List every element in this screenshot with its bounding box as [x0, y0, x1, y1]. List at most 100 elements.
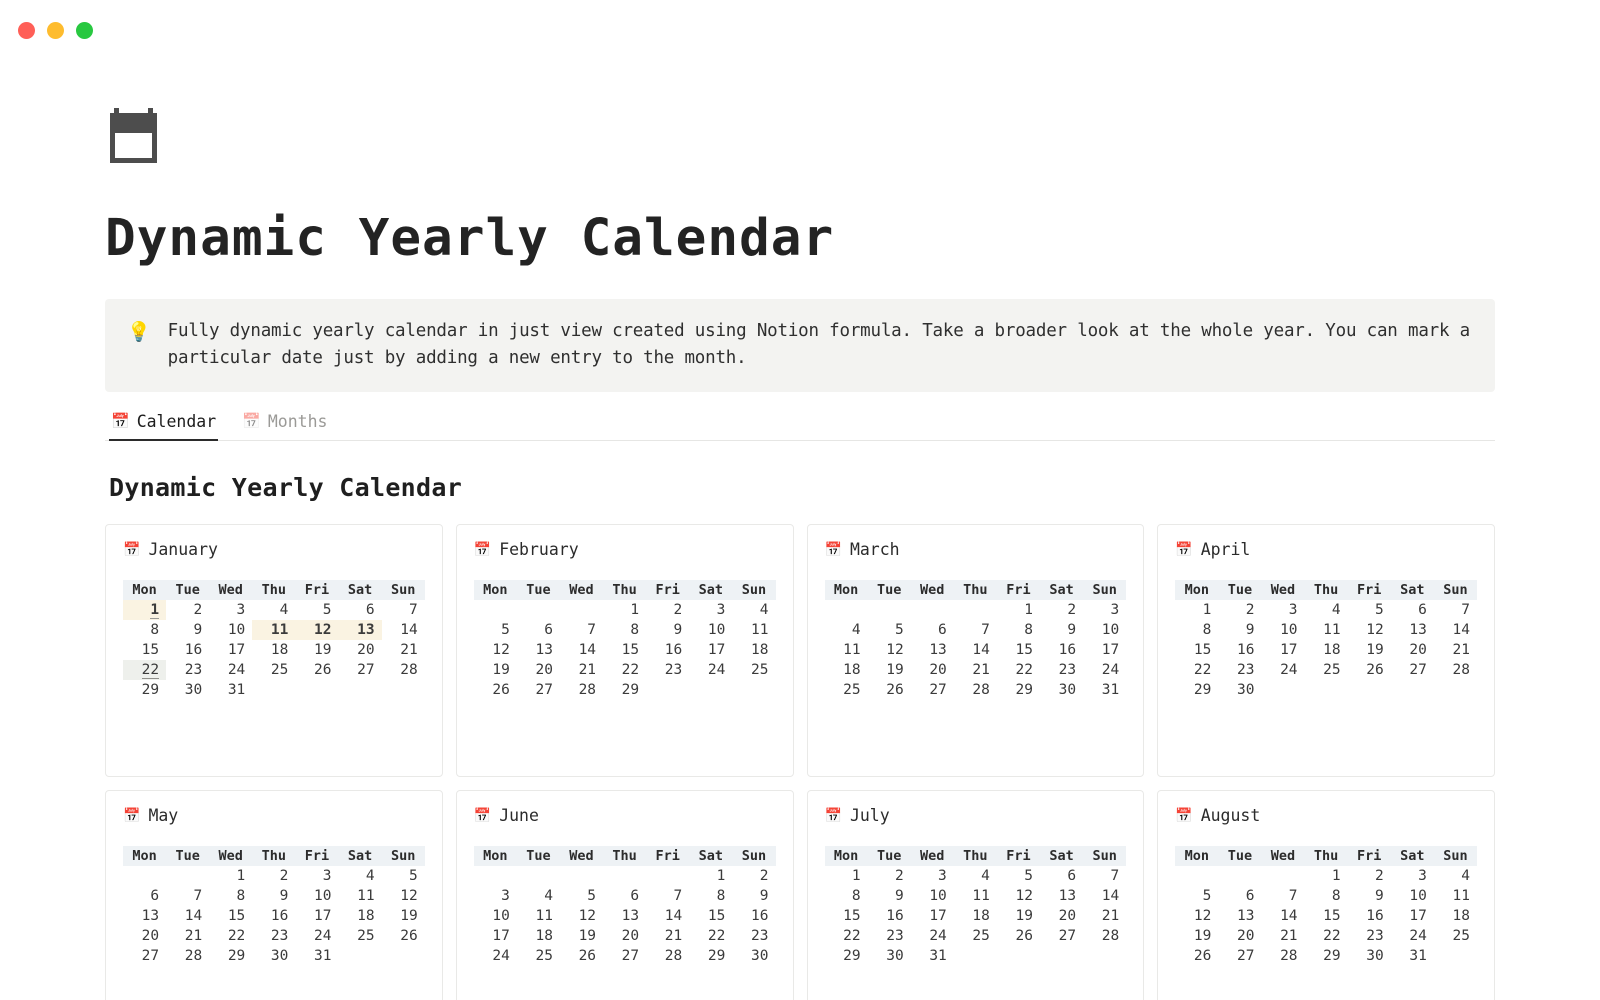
day-cell[interactable]: 1 — [1175, 600, 1218, 620]
day-cell[interactable]: 13 — [517, 640, 560, 660]
day-cell[interactable]: 12 — [1175, 906, 1218, 926]
day-cell[interactable]: 15 — [1305, 906, 1348, 926]
day-cell[interactable]: 16 — [732, 906, 775, 926]
day-cell[interactable]: 9 — [732, 886, 775, 906]
day-cell[interactable]: 12 — [868, 640, 911, 660]
tab-months[interactable]: 📅 Months — [240, 406, 329, 440]
day-cell[interactable]: 19 — [868, 660, 911, 680]
day-cell[interactable]: 3 — [209, 600, 252, 620]
day-cell[interactable]: 27 — [1040, 926, 1083, 946]
day-cell[interactable]: 20 — [1391, 640, 1434, 660]
day-cell[interactable]: 6 — [338, 600, 381, 620]
day-cell[interactable]: 19 — [560, 926, 603, 946]
day-cell[interactable]: 2 — [646, 600, 689, 620]
day-cell[interactable]: 10 — [209, 620, 252, 640]
day-cell[interactable]: 25 — [338, 926, 381, 946]
day-cell[interactable]: 27 — [123, 946, 166, 966]
day-cell[interactable]: 16 — [166, 640, 209, 660]
day-cell[interactable]: 20 — [1218, 926, 1261, 946]
day-cell[interactable]: 17 — [295, 906, 338, 926]
day-cell[interactable]: 18 — [954, 906, 997, 926]
day-cell[interactable]: 17 — [1083, 640, 1126, 660]
day-cell[interactable]: 20 — [123, 926, 166, 946]
day-cell[interactable]: 2 — [1348, 866, 1391, 886]
day-cell[interactable]: 30 — [732, 946, 775, 966]
day-cell[interactable]: 16 — [1040, 640, 1083, 660]
page-calendar-icon[interactable] — [105, 100, 181, 176]
day-cell[interactable]: 22 — [1305, 926, 1348, 946]
day-cell[interactable]: 11 — [1434, 886, 1477, 906]
day-cell[interactable]: 18 — [732, 640, 775, 660]
day-cell[interactable]: 10 — [295, 886, 338, 906]
day-cell[interactable]: 26 — [997, 926, 1040, 946]
day-cell[interactable]: 30 — [252, 946, 295, 966]
day-cell[interactable]: 5 — [997, 866, 1040, 886]
day-cell[interactable]: 4 — [517, 886, 560, 906]
day-cell[interactable]: 12 — [560, 906, 603, 926]
day-cell[interactable]: 1 — [997, 600, 1040, 620]
day-cell[interactable]: 2 — [252, 866, 295, 886]
day-cell[interactable]: 5 — [1348, 600, 1391, 620]
day-cell[interactable]: 19 — [474, 660, 517, 680]
day-cell[interactable]: 2 — [1040, 600, 1083, 620]
day-cell[interactable]: 29 — [1175, 680, 1218, 700]
day-cell[interactable]: 23 — [732, 926, 775, 946]
day-cell[interactable]: 12 — [295, 620, 339, 641]
day-cell[interactable]: 29 — [603, 680, 646, 700]
day-cell[interactable]: 6 — [911, 620, 954, 640]
day-cell[interactable]: 22 — [825, 926, 868, 946]
day-cell[interactable]: 18 — [252, 640, 295, 660]
day-cell[interactable]: 5 — [868, 620, 911, 640]
day-cell[interactable]: 11 — [732, 620, 775, 640]
day-cell[interactable]: 28 — [1434, 660, 1477, 680]
day-cell[interactable]: 27 — [517, 680, 560, 700]
day-cell[interactable]: 15 — [689, 906, 732, 926]
day-cell[interactable]: 22 — [603, 660, 646, 680]
day-cell[interactable]: 27 — [338, 660, 381, 680]
day-cell[interactable]: 1 — [603, 600, 646, 620]
day-cell[interactable]: 1 — [825, 866, 868, 886]
day-cell[interactable]: 30 — [1218, 680, 1261, 700]
day-cell[interactable]: 22 — [997, 660, 1040, 680]
day-cell[interactable]: 30 — [1040, 680, 1083, 700]
day-cell[interactable]: 9 — [868, 886, 911, 906]
day-cell[interactable]: 23 — [868, 926, 911, 946]
day-cell[interactable]: 15 — [997, 640, 1040, 660]
day-cell[interactable]: 20 — [517, 660, 560, 680]
day-cell[interactable]: 20 — [911, 660, 954, 680]
day-cell[interactable]: 25 — [825, 680, 868, 700]
day-cell[interactable]: 14 — [1261, 906, 1304, 926]
day-cell[interactable]: 11 — [338, 886, 381, 906]
day-cell[interactable]: 31 — [295, 946, 338, 966]
day-cell[interactable]: 17 — [911, 906, 954, 926]
day-cell[interactable]: 28 — [646, 946, 689, 966]
day-cell[interactable]: 8 — [123, 620, 166, 640]
day-cell[interactable]: 17 — [689, 640, 732, 660]
day-cell[interactable]: 31 — [911, 946, 954, 966]
day-cell[interactable]: 16 — [1218, 640, 1261, 660]
day-cell[interactable]: 27 — [911, 680, 954, 700]
day-cell[interactable]: 24 — [1261, 660, 1304, 680]
minimize-window-button[interactable] — [47, 21, 64, 39]
day-cell[interactable]: 5 — [474, 620, 517, 640]
day-cell[interactable]: 18 — [1434, 906, 1477, 926]
day-cell[interactable]: 21 — [954, 660, 997, 680]
day-cell[interactable]: 29 — [689, 946, 732, 966]
day-cell[interactable]: 12 — [474, 640, 517, 660]
day-cell[interactable]: 13 — [1040, 886, 1083, 906]
day-cell[interactable]: 15 — [209, 906, 252, 926]
day-cell[interactable]: 28 — [166, 946, 209, 966]
day-cell[interactable]: 16 — [868, 906, 911, 926]
day-cell[interactable]: 11 — [252, 620, 296, 641]
day-cell[interactable]: 24 — [474, 946, 517, 966]
day-cell[interactable]: 25 — [1434, 926, 1477, 946]
day-cell[interactable]: 9 — [1348, 886, 1391, 906]
day-cell[interactable]: 31 — [1391, 946, 1434, 966]
day-cell[interactable]: 3 — [295, 866, 338, 886]
day-cell[interactable]: 18 — [338, 906, 381, 926]
day-cell[interactable]: 18 — [517, 926, 560, 946]
close-window-button[interactable] — [18, 21, 35, 39]
day-cell[interactable]: 8 — [689, 886, 732, 906]
day-cell[interactable]: 3 — [689, 600, 732, 620]
day-cell[interactable]: 24 — [1391, 926, 1434, 946]
